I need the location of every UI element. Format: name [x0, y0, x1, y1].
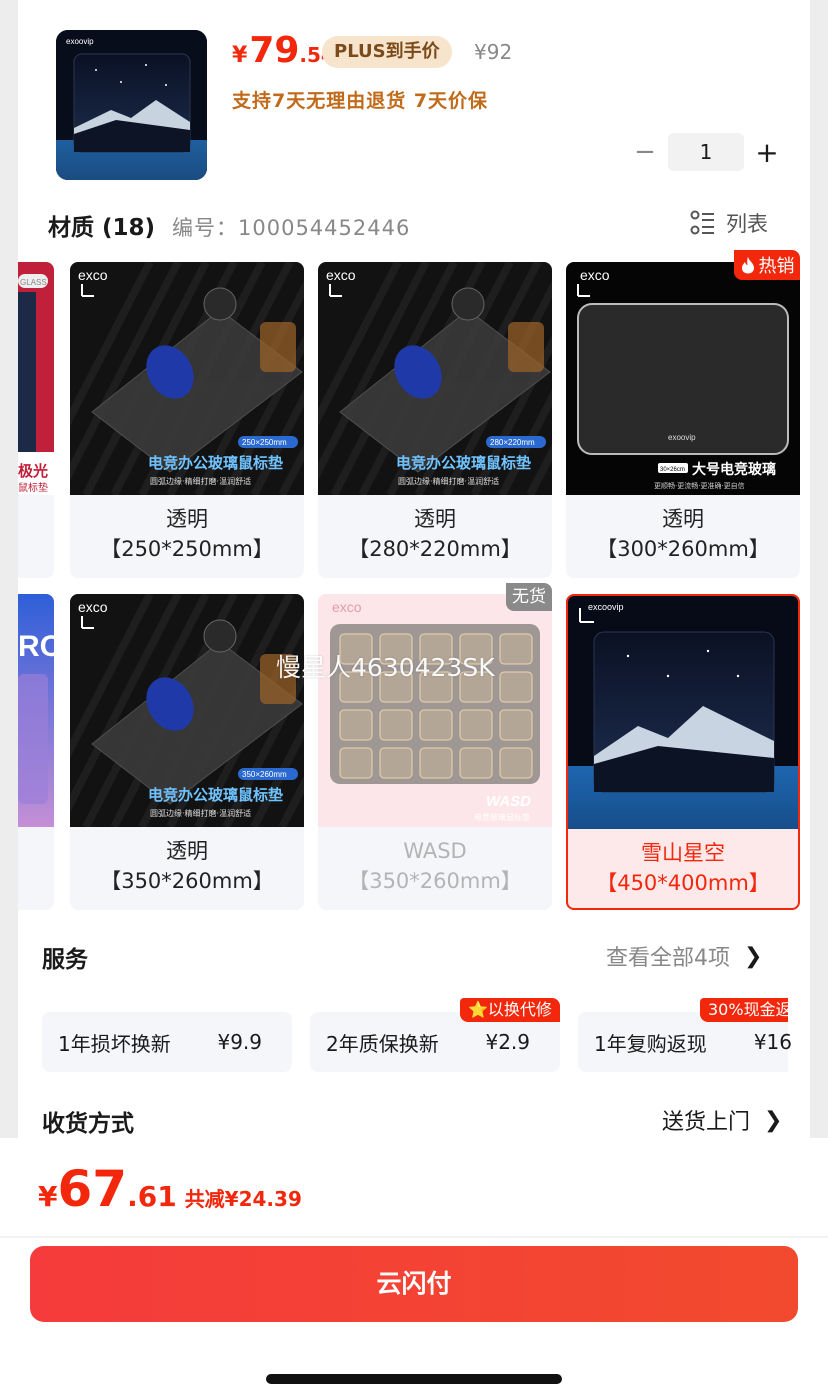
original-price: ¥92	[474, 40, 513, 64]
option-label: 透明 【300*260mm】	[596, 507, 770, 561]
out-of-stock-badge: 无货	[506, 583, 552, 611]
svg-text:350×260mm: 350×260mm	[242, 770, 287, 779]
svg-text:鼠标垫: 鼠标垫	[18, 481, 48, 494]
service-option[interactable]: 1年损坏换新 ¥9.9	[42, 1012, 292, 1072]
svg-text:250×250mm: 250×250mm	[242, 438, 287, 447]
option-image: exco 250×250mm 电竞办公玻璃鼠标垫 圆弧边缘·精细打磨·温润舒适	[70, 262, 304, 495]
plus-icon[interactable]: +	[752, 136, 782, 169]
quantity-stepper: − 1 +	[630, 132, 782, 172]
service-promise: 支持7天无理由退货 7天价保	[232, 90, 489, 112]
svg-text:30×26cm: 30×26cm	[660, 467, 685, 473]
discount-amount: 共减¥24.39	[184, 1187, 302, 1211]
chevron-right-icon: ❯	[744, 943, 763, 969]
option-image: exoovip exco 30×26cm 大号电竞玻璃 更顺畅·更流畅·更准确·…	[566, 262, 800, 495]
svg-text:excoovip: excoovip	[588, 602, 624, 612]
svg-text:圆弧边缘·精细打磨·温润舒适: 圆弧边缘·精细打磨·温润舒适	[398, 476, 499, 486]
watermark-text: 慢星人4630423SK	[276, 653, 495, 682]
product-thumbnail: exoovip	[56, 30, 207, 180]
shipping-title: 收货方式	[42, 1111, 134, 1137]
option-card[interactable]: exco 250×250mm 电竞办公玻璃鼠标垫 圆弧边缘·精细打磨·温润舒适 …	[70, 262, 304, 578]
svg-text:更顺畅·更流畅·更准确·更自信: 更顺畅·更流畅·更准确·更自信	[654, 481, 745, 490]
svg-text:大号电竞玻璃: 大号电竞玻璃	[692, 461, 776, 478]
list-view-toggle[interactable]: 列表	[690, 208, 768, 238]
svg-text:电竞办公玻璃鼠标垫: 电竞办公玻璃鼠标垫	[396, 454, 531, 472]
option-image: excoovip	[568, 596, 798, 829]
svg-text:电竞办公玻璃鼠标垫: 电竞办公玻璃鼠标垫	[148, 454, 283, 472]
svg-text:exco: exco	[580, 267, 610, 283]
option-label: 透明 【350*260mm】	[100, 839, 274, 893]
unionpay-pay-button[interactable]: 云闪付	[30, 1246, 798, 1322]
option-card[interactable]: excoovip 雪山星空 【450*400mm】	[566, 594, 800, 910]
svg-text:exoovip: exoovip	[668, 433, 696, 442]
option-card[interactable]: exoovip exco 30×26cm 大号电竞玻璃 更顺畅·更流畅·更准确·…	[566, 262, 800, 578]
list-toggle-label: 列表	[726, 212, 768, 236]
product-code: 编号：100054452446	[172, 216, 411, 240]
svg-text:圆弧边缘·精细打磨·温润舒适: 圆弧边缘·精细打磨·温润舒适	[150, 808, 251, 818]
svg-text:280×220mm: 280×220mm	[490, 438, 535, 447]
price-currency: ¥	[232, 43, 248, 68]
partial-option-card[interactable]: RO	[18, 594, 54, 910]
price-integer: 79	[249, 30, 300, 71]
home-indicator	[266, 1374, 562, 1384]
option-image: exco 280×220mm 电竞办公玻璃鼠标垫 圆弧边缘·精细打磨·温润舒适	[318, 262, 552, 495]
quantity-input[interactable]: 1	[668, 133, 744, 171]
svg-text:圆弧边缘·精细打磨·温润舒适: 圆弧边缘·精细打磨·温润舒适	[150, 476, 251, 486]
option-label: WASD 【350*260mm】	[348, 839, 522, 893]
svg-text:RO: RO	[18, 630, 54, 663]
minus-icon[interactable]: −	[630, 137, 660, 167]
option-card[interactable]: exco 280×220mm 电竞办公玻璃鼠标垫 圆弧边缘·精细打磨·温润舒适 …	[318, 262, 552, 578]
chevron-right-icon: ❯	[764, 1107, 783, 1133]
view-all-services-link[interactable]: 查看全部4项 ❯	[606, 940, 762, 972]
svg-text:exco: exco	[326, 267, 356, 283]
option-card[interactable]: exco 350×260mm 电竞办公玻璃鼠标垫 圆弧边缘·精细打磨·温润舒适 …	[70, 594, 304, 910]
divider	[0, 1236, 828, 1238]
svg-text:exco: exco	[78, 267, 108, 283]
option-card[interactable]: exco WASD 电竞玻璃鼠标垫 WASD 【350*260mm】	[318, 594, 552, 910]
option-image: exco 350×260mm 电竞办公玻璃鼠标垫 圆弧边缘·精细打磨·温润舒适	[70, 594, 304, 827]
service-tag: 30%现金返	[700, 998, 788, 1022]
list-icon	[690, 210, 714, 235]
option-label: 雪山星空 【450*400mm】	[596, 841, 770, 895]
partial-option-card[interactable]: GLASS 极光 鼠标垫	[18, 262, 54, 578]
services-title: 服务	[42, 947, 88, 973]
service-tag: ⭐以换代修	[460, 998, 560, 1022]
flame-icon	[741, 257, 754, 274]
svg-text:极光: 极光	[18, 462, 48, 480]
svg-text:exco: exco	[78, 599, 108, 615]
plus-price-badge: PLUS到手价	[322, 36, 452, 68]
total-price: ¥ 67 .61 共减¥24.39	[38, 1160, 302, 1218]
material-title: 材质 (18)	[48, 215, 156, 241]
price: ¥ 79 .54	[232, 30, 335, 80]
hot-sale-badge: 热销	[734, 250, 800, 280]
svg-text:exoovip: exoovip	[66, 37, 94, 46]
option-image: exco WASD 电竞玻璃鼠标垫	[318, 594, 552, 827]
option-label: 透明 【250*250mm】	[100, 507, 274, 561]
svg-text:GLASS: GLASS	[20, 278, 47, 287]
shipping-method-link[interactable]: 送货上门 ❯	[662, 1104, 782, 1136]
svg-text:电竞办公玻璃鼠标垫: 电竞办公玻璃鼠标垫	[148, 786, 283, 804]
option-label: 透明 【280*220mm】	[348, 507, 522, 561]
